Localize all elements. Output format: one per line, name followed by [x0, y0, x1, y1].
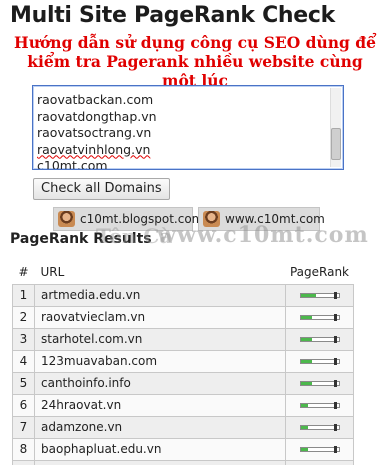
pagerank-fill [300, 381, 312, 385]
row-number: 1 [12, 283, 35, 307]
row-url: canthoinfo.info [34, 371, 286, 395]
row-pagerank [285, 305, 354, 329]
table-row: 7 adamzone.vn [12, 415, 354, 439]
row-number: 5 [12, 371, 35, 395]
row-number: 2 [12, 305, 35, 329]
domain-line: raovatsoctrang.vn [37, 125, 152, 140]
watermark: www.c10mt.com [157, 222, 369, 248]
row-url: 24hraovat.vn [34, 393, 286, 417]
page-title: Multi Site PageRank Check [10, 3, 335, 28]
table-row: 6 24hraovat.vn [12, 393, 354, 417]
pagerank-marker [333, 423, 337, 431]
pagerank-bar [299, 401, 340, 409]
domain-list-textarea[interactable]: raovatbackan.com raovatdongthap.vn raova… [32, 85, 344, 170]
column-header-number: # [18, 265, 29, 280]
row-url: 123muavaban.com [34, 349, 286, 373]
row-number: 9 [12, 459, 35, 465]
pagerank-bar [299, 335, 340, 343]
row-pagerank [285, 371, 354, 395]
results-table: # URL PageRank 1 artmedia.edu.vn 2 raovatvi… [12, 264, 354, 465]
row-url: starhotel.com.vn [34, 327, 286, 351]
table-row: 5 canthoinfo.info [12, 371, 354, 395]
row-pagerank [285, 415, 354, 439]
row-pagerank [285, 393, 354, 417]
table-row: 1 artmedia.edu.vn [12, 283, 354, 307]
domain-line: raovatbackan.com [37, 92, 154, 107]
table-row: 2 raovatvieclam.vn [12, 305, 354, 329]
pagerank-fill [300, 403, 309, 407]
row-pagerank [285, 459, 354, 465]
row-pagerank [285, 349, 354, 373]
pagerank-bar [299, 445, 340, 453]
row-number: 3 [12, 327, 35, 351]
pagerank-marker [333, 291, 337, 299]
pagerank-marker [333, 313, 337, 321]
overlay-caption-line-1: Hướng dẫn sử dụng công cụ SEO dùng để [14, 33, 376, 52]
row-pagerank [285, 327, 354, 351]
check-all-domains-button[interactable]: Check all Domains [33, 178, 170, 200]
pagerank-bar [299, 291, 340, 299]
row-number: 6 [12, 393, 35, 417]
row-url: adamzone.vn [34, 415, 286, 439]
table-row: 3 starhotel.com.vn [12, 327, 354, 351]
domain-line: c10mt.com [37, 158, 108, 170]
pagerank-marker [333, 445, 337, 453]
pagerank-marker [333, 401, 337, 409]
avatar-icon [58, 211, 75, 227]
table-row: 8 baophapluat.edu.vn [12, 437, 354, 461]
results-header-row: # URL PageRank [13, 264, 354, 284]
pagerank-fill [300, 359, 312, 363]
table-row: 4 123muavaban.com [12, 349, 354, 373]
pagerank-marker [333, 335, 337, 343]
pagerank-fill [300, 293, 316, 297]
domain-list-content: raovatbackan.com raovatdongthap.vn raova… [37, 88, 327, 170]
pagerank-bar [299, 423, 340, 431]
row-url: artmedia.edu.vn [34, 283, 286, 307]
row-number: 4 [12, 349, 35, 373]
domain-line: raovatvinhlong.vn [37, 141, 151, 157]
pagerank-bar [299, 357, 340, 365]
row-number: 7 [12, 415, 35, 439]
row-number: 8 [12, 437, 35, 461]
column-header-pagerank: PageRank [289, 265, 350, 280]
row-pagerank [285, 283, 354, 307]
row-url: raovatvieclam.vn [34, 305, 286, 329]
results-body: 1 artmedia.edu.vn 2 raovatvieclam.vn 3 starho… [12, 283, 354, 465]
pagerank-fill [300, 315, 312, 319]
domain-line: raovatdongthap.vn [37, 108, 157, 124]
pagerank-marker [333, 379, 337, 387]
row-pagerank [285, 437, 354, 461]
pagerank-marker [333, 357, 337, 365]
overlay-caption: Hướng dẫn sử dụng công cụ SEO dùng để ki… [14, 33, 376, 90]
pagerank-bar [299, 313, 340, 321]
pagerank-fill [300, 425, 309, 429]
pagerank-bar [299, 379, 340, 387]
scrollbar-thumb[interactable] [331, 128, 341, 160]
table-row: 9cdktks-dl.edu.vn [12, 459, 354, 465]
domain-list-scrollbar[interactable] [330, 88, 341, 167]
pagerank-fill [300, 337, 312, 341]
column-header-url: URL [40, 265, 65, 280]
row-url: cdktks-dl.edu.vn [34, 459, 286, 465]
pagerank-fill [300, 447, 309, 451]
row-url: baophapluat.edu.vn [34, 437, 286, 461]
